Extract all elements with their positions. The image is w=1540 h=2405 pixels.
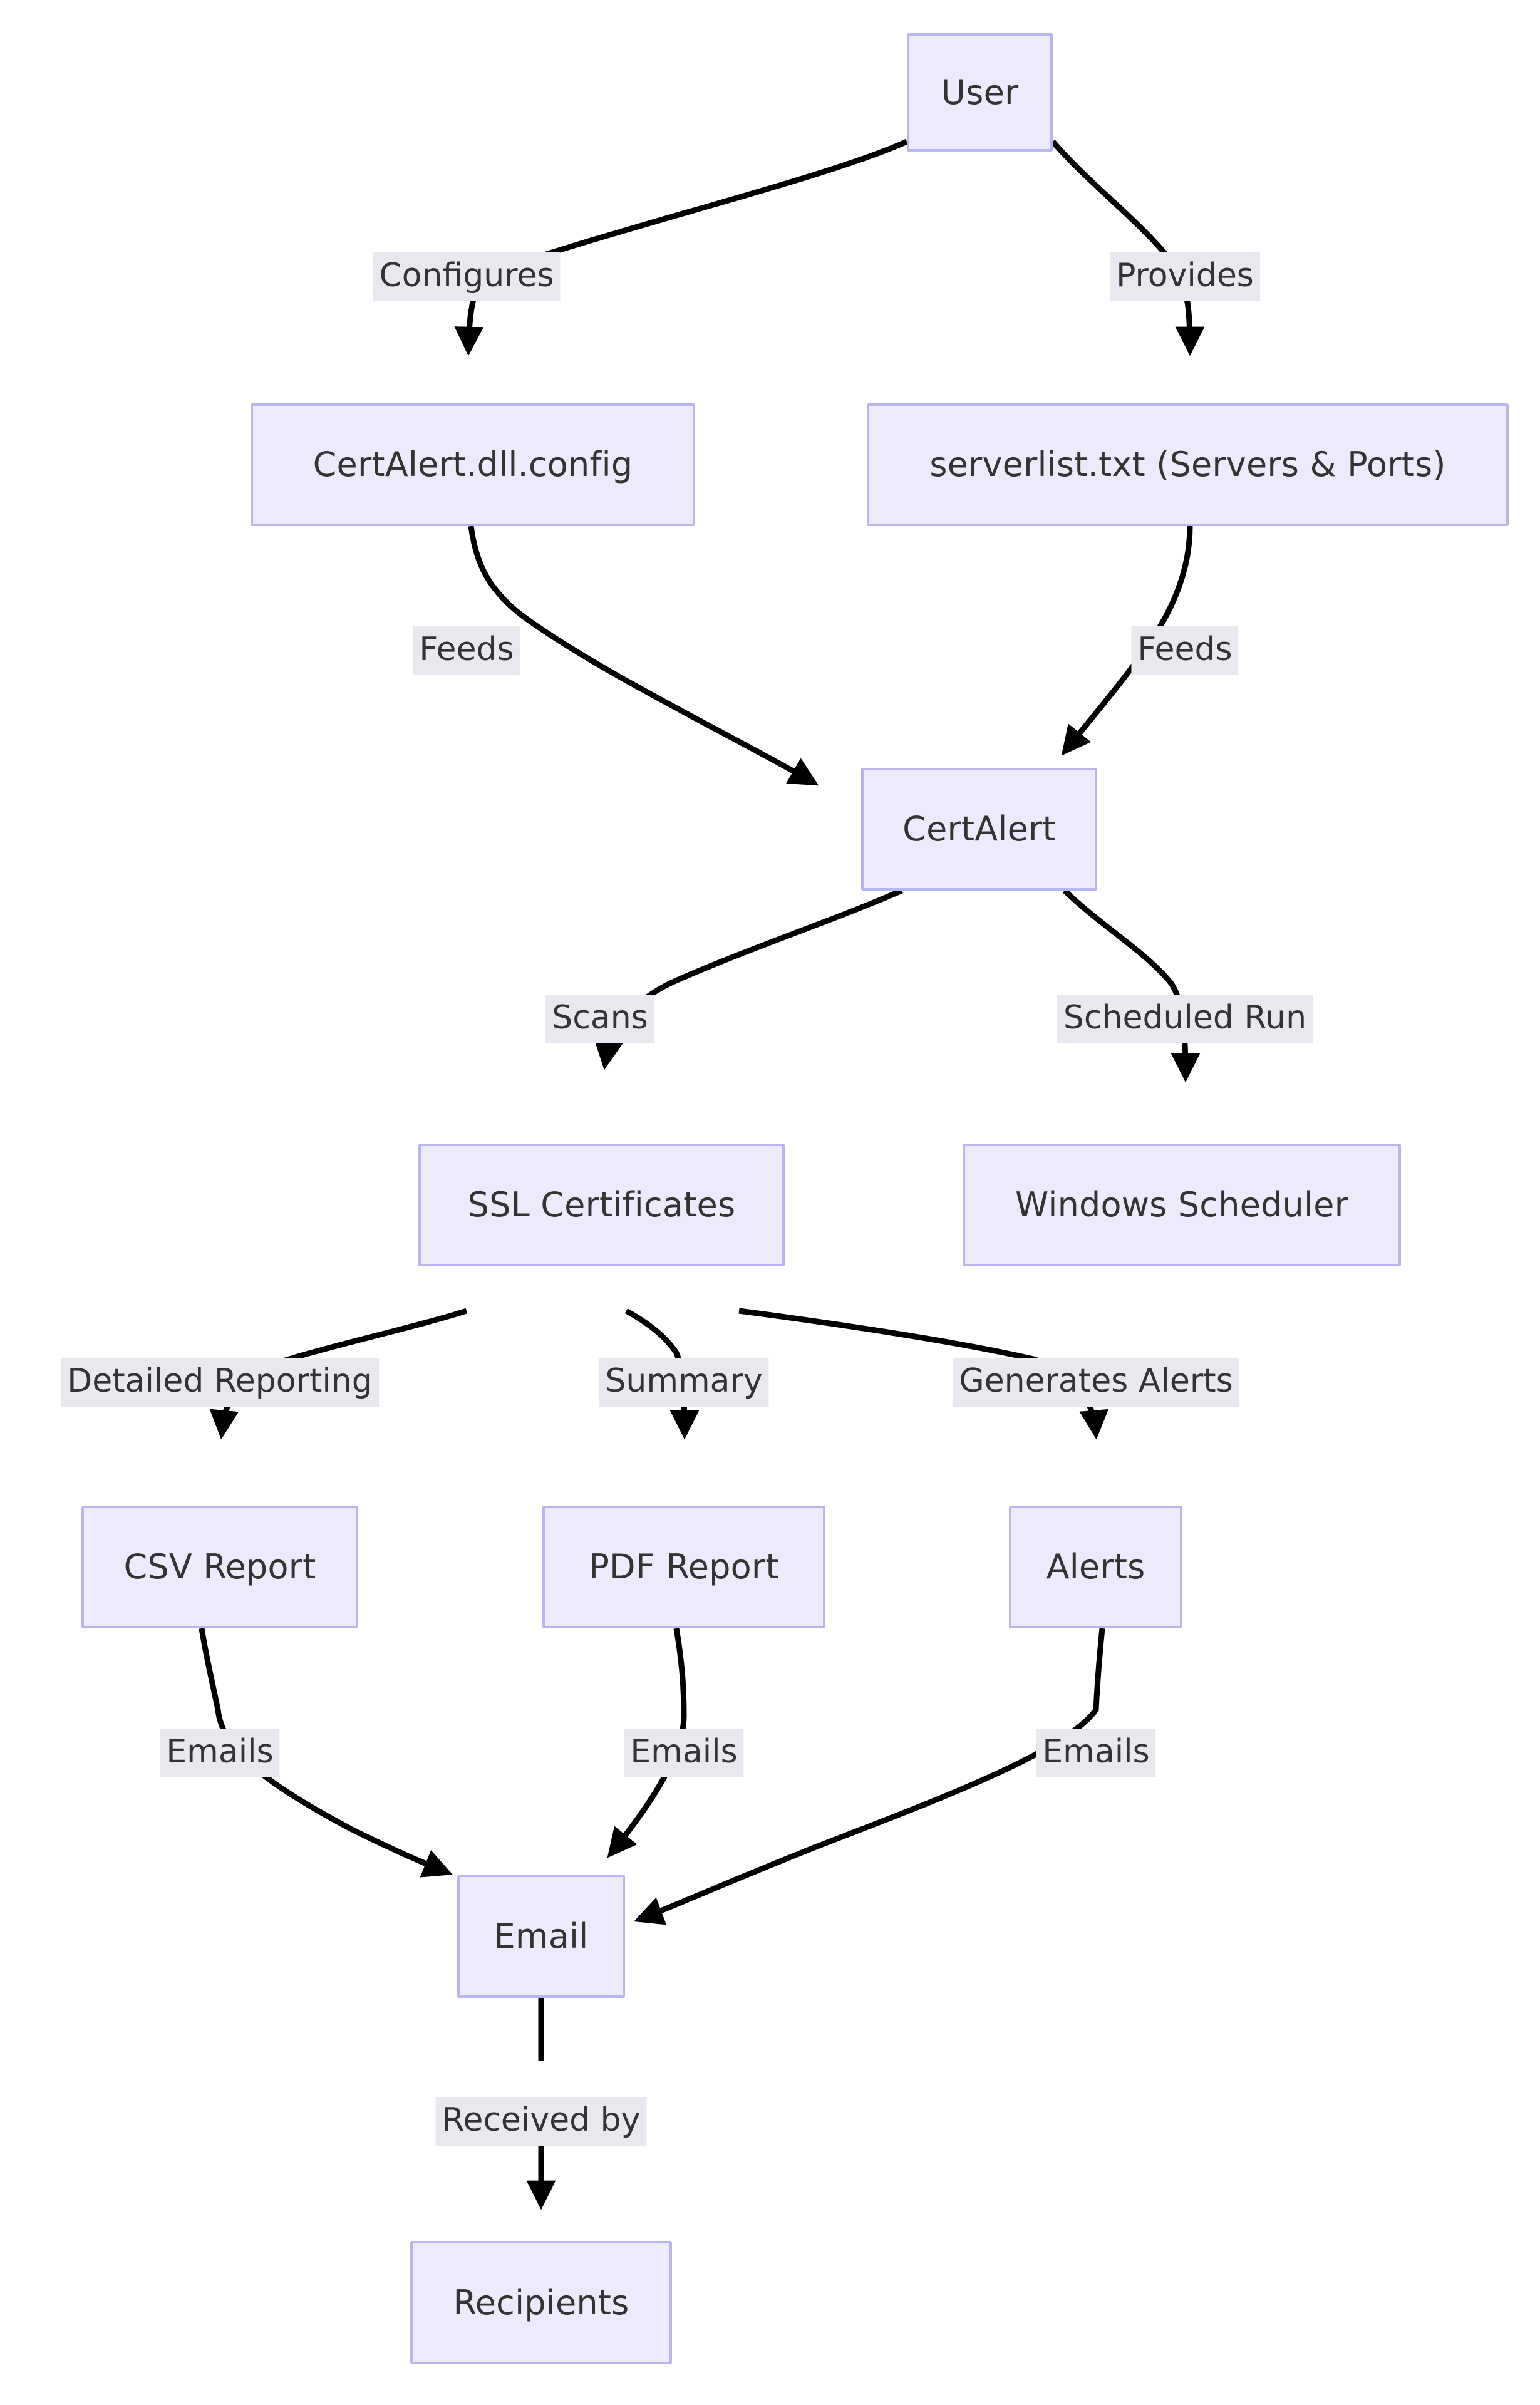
edge-label-user-to-serverlist: Provides: [1110, 252, 1260, 301]
edge-label-certalert-to-ssl: Scans: [545, 995, 654, 1043]
flowchart-edge-user-to-config: [454, 138, 908, 356]
edge-label-serverlist-to-certalert: Feeds: [1131, 626, 1239, 675]
flowchart-node-certalert[interactable]: CertAlert: [861, 768, 1097, 891]
edge-label-ssl-to-alerts: Generates Alerts: [953, 1358, 1239, 1407]
flowchart-node-label: Alerts: [1046, 1547, 1145, 1587]
edge-label-user-to-config: Configures: [373, 252, 561, 301]
flowchart-node-serverlist[interactable]: serverlist.txt (Servers & Ports): [867, 403, 1509, 526]
flowchart-node-pdf[interactable]: PDF Report: [542, 1506, 825, 1628]
edge-label-csv-to-email: Emails: [160, 1729, 280, 1777]
edge-label-certalert-to-scheduler: Scheduled Run: [1057, 995, 1313, 1043]
flowchart-node-label: serverlist.txt (Servers & Ports): [929, 445, 1446, 485]
edge-label-alerts-to-email: Emails: [1036, 1729, 1156, 1777]
flowchart-node-label: User: [941, 72, 1019, 112]
flowchart-node-label: Email: [494, 1916, 589, 1956]
flowchart-node-ssl[interactable]: SSL Certificates: [418, 1144, 785, 1266]
edge-label-ssl-to-csv: Detailed Reporting: [61, 1358, 379, 1407]
flowchart-edge-config-to-certalert: [468, 525, 819, 786]
flowchart-edge-certalert-to-scheduler: [1062, 888, 1201, 1083]
flowchart-node-user[interactable]: User: [907, 33, 1053, 152]
flowchart-node-label: CertAlert.dll.config: [313, 445, 633, 485]
flowchart-node-recipients[interactable]: Recipients: [410, 2241, 672, 2364]
flowchart-node-label: Recipients: [453, 2282, 629, 2322]
edge-label-config-to-certalert: Feeds: [413, 626, 520, 675]
flowchart-node-config[interactable]: CertAlert.dll.config: [251, 403, 695, 526]
flowchart-node-scheduler[interactable]: Windows Scheduler: [963, 1144, 1401, 1266]
flowchart-node-label: Windows Scheduler: [1015, 1185, 1348, 1225]
flowchart-node-label: CertAlert: [902, 809, 1056, 849]
flowchart-edge-user-to-serverlist: [1050, 140, 1205, 356]
flowchart-node-email[interactable]: Email: [457, 1875, 625, 1998]
flowchart-node-label: CSV Report: [123, 1547, 316, 1587]
flowchart-canvas: User CertAlert.dll.config serverlist.txt (…: [0, 0, 1540, 2405]
flowchart-node-csv[interactable]: CSV Report: [81, 1506, 358, 1628]
flowchart-node-label: SSL Certificates: [467, 1185, 736, 1225]
flowchart-node-label: PDF Report: [589, 1547, 779, 1587]
edge-label-pdf-to-email: Emails: [624, 1729, 744, 1777]
edge-label-email-to-recipients: Received by: [435, 2097, 647, 2146]
flowchart-node-alerts[interactable]: Alerts: [1009, 1506, 1182, 1628]
edge-label-ssl-to-pdf: Summary: [599, 1358, 769, 1407]
